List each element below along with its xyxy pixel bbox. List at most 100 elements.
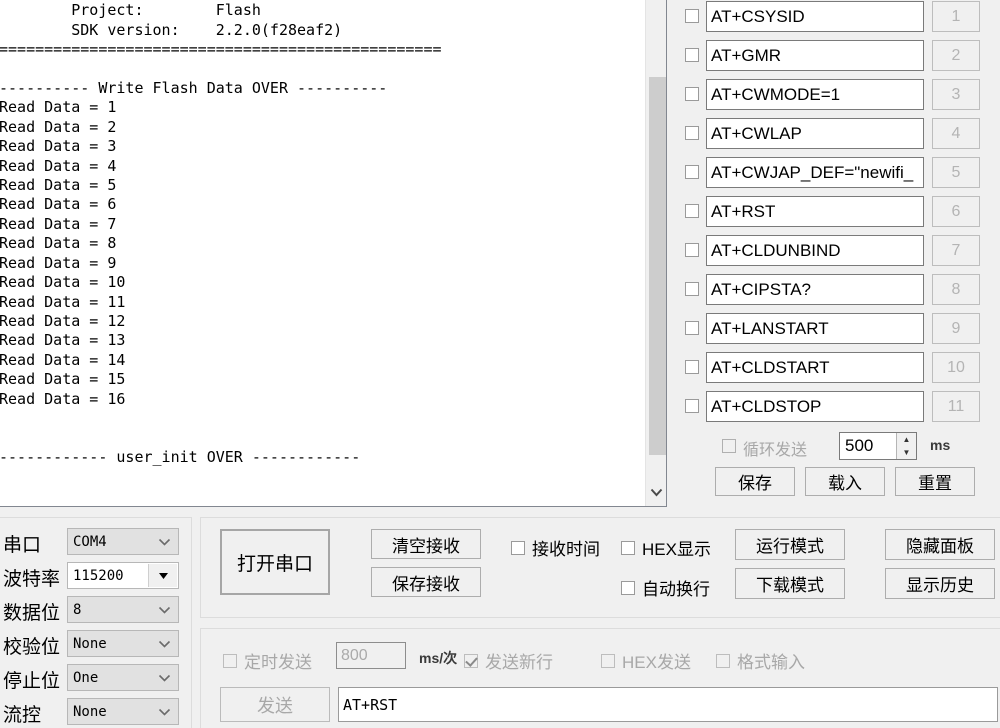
timed-send-checkbox[interactable]: 定时发送 [223, 648, 312, 673]
receive-terminal-text: Project: Flash SDK version: 2.2.0(f28eaf… [0, 1, 442, 466]
chevron-down-icon[interactable] [154, 665, 174, 690]
serial-config-value: None [73, 635, 107, 652]
receive-terminal[interactable]: Project: Flash SDK version: 2.2.0(f28eaf… [0, 0, 667, 507]
at-command-input[interactable]: AT+CIPSTA? [706, 274, 924, 305]
serial-config-label: 校验位 [3, 637, 61, 658]
hide-panel-button[interactable]: 隐藏面板 [885, 529, 995, 560]
at-command-send-button[interactable]: 4 [932, 118, 980, 149]
control-group: 打开串口 清空接收 保存接收 接收时间 HEX显示 自动换行 运行模式 下载模式… [200, 517, 1000, 618]
at-command-checkbox[interactable] [685, 87, 699, 101]
at-command-row: AT+LANSTART 9 [672, 313, 1000, 344]
show-time-checkbox[interactable]: 接收时间 [511, 535, 600, 560]
serial-config-select[interactable]: None [67, 630, 179, 657]
at-command-checkbox[interactable] [685, 399, 699, 413]
loop-send-interval-input[interactable]: 500 ▲ ▼ [839, 432, 917, 460]
at-command-send-button[interactable]: 6 [932, 196, 980, 227]
at-command-send-button[interactable]: 9 [932, 313, 980, 344]
at-command-send-button[interactable]: 3 [932, 79, 980, 110]
timed-send-label: 定时发送 [244, 653, 312, 672]
send-group: 定时发送 800 ms/次 发送新行 HEX发送 格式输入 发送 AT+RST [200, 628, 1000, 728]
send-button[interactable]: 发送 [220, 687, 330, 722]
scrollbar-thumb[interactable] [649, 77, 666, 455]
scroll-down-icon[interactable] [646, 478, 666, 506]
at-command-row: AT+CWJAP_DEF="newifi_ 5 [672, 157, 1000, 188]
serial-config-select[interactable]: 115200 [67, 562, 179, 589]
serial-config-label: 串口 [3, 535, 42, 556]
at-command-row: AT+GMR 2 [672, 40, 1000, 71]
serial-config-value: 8 [73, 601, 82, 618]
at-command-input[interactable]: AT+LANSTART [706, 313, 924, 344]
spinner-up-icon[interactable]: ▲ [897, 433, 916, 446]
send-interval-input[interactable]: 800 [336, 642, 406, 669]
at-command-input[interactable]: AT+RST [706, 196, 924, 227]
at-command-send-button[interactable]: 5 [932, 157, 980, 188]
chevron-down-icon[interactable] [148, 564, 177, 587]
chevron-down-icon[interactable] [154, 699, 174, 724]
hex-send-checkbox[interactable]: HEX发送 [601, 648, 691, 673]
download-mode-button[interactable]: 下载模式 [735, 568, 845, 599]
at-command-checkbox[interactable] [685, 48, 699, 62]
serial-config-value: 115200 [73, 567, 124, 584]
hex-send-label: HEX发送 [622, 653, 691, 672]
at-command-send-button[interactable]: 11 [932, 391, 980, 422]
at-command-send-button[interactable]: 7 [932, 235, 980, 266]
checkbox-box [716, 653, 730, 668]
at-command-send-button[interactable]: 8 [932, 274, 980, 305]
at-command-checkbox[interactable] [685, 243, 699, 257]
at-command-input[interactable]: AT+CWMODE=1 [706, 79, 924, 110]
save-receive-button[interactable]: 保存接收 [371, 567, 481, 597]
chevron-down-icon[interactable] [154, 597, 174, 622]
at-command-row: AT+CIPSTA? 8 [672, 274, 1000, 305]
spinner-down-icon[interactable]: ▼ [897, 446, 916, 459]
serial-config-label: 流控 [3, 705, 42, 726]
serial-config-select[interactable]: One [67, 664, 179, 691]
at-command-checkbox[interactable] [685, 204, 699, 218]
at-command-row: AT+CWLAP 4 [672, 118, 1000, 149]
at-command-panel: AT+CSYSID 1 AT+GMR 2 AT+CWMODE=1 3 AT+CWLAP 4 AT… [672, 0, 1000, 505]
serial-config-select[interactable]: 8 [67, 596, 179, 623]
at-command-send-button[interactable]: 10 [932, 352, 980, 383]
receive-terminal-scrollbar[interactable] [645, 0, 666, 506]
show-history-button[interactable]: 显示历史 [885, 568, 995, 599]
hex-display-checkbox[interactable]: HEX显示 [621, 535, 711, 560]
at-command-checkbox[interactable] [685, 282, 699, 296]
serial-config-select[interactable]: COM4 [67, 528, 179, 555]
at-command-input[interactable]: AT+GMR [706, 40, 924, 71]
serial-config-row: 停止位 One [0, 662, 187, 696]
at-command-checkbox[interactable] [685, 321, 699, 335]
at-command-input[interactable]: AT+CWLAP [706, 118, 924, 149]
at-command-checkbox[interactable] [685, 165, 699, 179]
at-command-input[interactable]: AT+CSYSID [706, 1, 924, 32]
at-command-input[interactable]: AT+CWJAP_DEF="newifi_ [706, 157, 924, 188]
at-command-checkbox[interactable] [685, 126, 699, 140]
serial-config-select[interactable]: None [67, 698, 179, 725]
at-panel-actions: 保存 载入 重置 [672, 467, 1000, 497]
chevron-down-icon[interactable] [154, 529, 174, 554]
format-input-checkbox[interactable]: 格式输入 [716, 648, 805, 673]
at-command-checkbox[interactable] [685, 360, 699, 374]
at-command-send-button[interactable]: 1 [932, 1, 980, 32]
serial-config-value: None [73, 703, 107, 720]
reset-button[interactable]: 重置 [895, 467, 975, 496]
open-port-button[interactable]: 打开串口 [220, 529, 330, 595]
loop-send-checkbox[interactable] [722, 439, 736, 453]
auto-wrap-checkbox[interactable]: 自动换行 [621, 575, 710, 600]
at-command-input[interactable]: AT+CLDSTOP [706, 391, 924, 422]
serial-assistant-window: Project: Flash SDK version: 2.2.0(f28eaf… [0, 0, 1000, 728]
loop-send-spinner[interactable]: ▲ ▼ [896, 433, 916, 459]
at-command-send-button[interactable]: 2 [932, 40, 980, 71]
clear-receive-button[interactable]: 清空接收 [371, 529, 481, 559]
at-command-checkbox[interactable] [685, 9, 699, 23]
serial-config-label: 数据位 [3, 603, 61, 624]
send-input[interactable]: AT+RST [338, 687, 998, 722]
send-newline-label: 发送新行 [485, 653, 553, 672]
at-command-input[interactable]: AT+CLDSTART [706, 352, 924, 383]
load-button[interactable]: 载入 [805, 467, 885, 496]
chevron-down-icon[interactable] [154, 631, 174, 656]
checkbox-box [621, 540, 635, 555]
at-command-input[interactable]: AT+CLDUNBIND [706, 235, 924, 266]
show-time-label: 接收时间 [532, 540, 600, 559]
run-mode-button[interactable]: 运行模式 [735, 529, 845, 560]
save-button[interactable]: 保存 [715, 467, 795, 496]
send-newline-checkbox[interactable]: 发送新行 [464, 648, 553, 673]
